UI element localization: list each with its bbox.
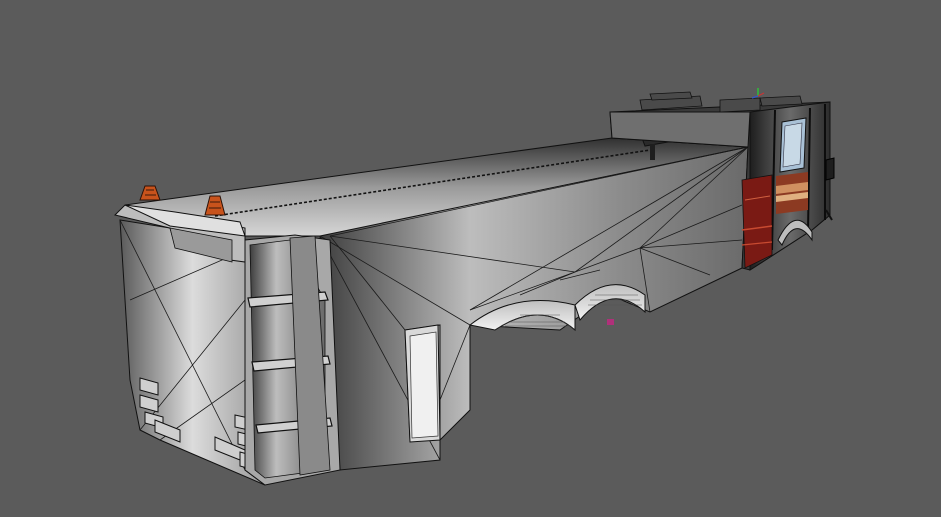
model-canvas[interactable] xyxy=(0,0,941,517)
side-door xyxy=(404,324,441,443)
axis-gizmo xyxy=(751,88,765,99)
rear-ladder xyxy=(244,234,341,486)
3d-viewport[interactable] xyxy=(0,0,941,517)
beacon-left xyxy=(139,185,161,201)
pivot-marker xyxy=(607,319,614,325)
side-mirror xyxy=(825,157,835,181)
